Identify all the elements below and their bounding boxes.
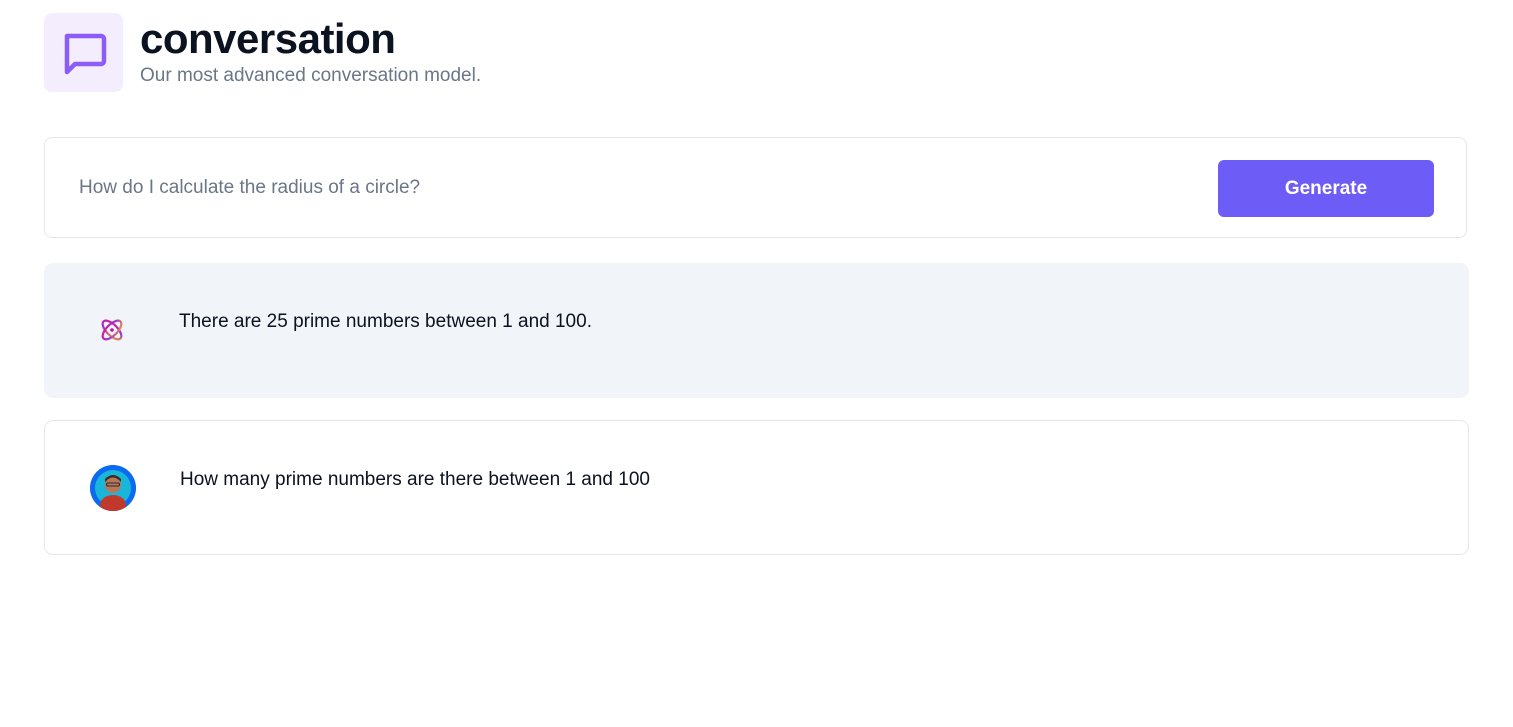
chat-bubble-icon	[64, 33, 106, 74]
user-avatar-wrap	[90, 465, 136, 511]
person-avatar-icon	[90, 465, 136, 511]
page-header: conversation Our most advanced conversat…	[44, 13, 481, 92]
user-message-text: How many prime numbers are there between…	[180, 469, 650, 490]
page-title: conversation	[140, 15, 396, 62]
bot-avatar	[89, 307, 135, 353]
ai-logo-icon	[101, 319, 123, 341]
user-avatar	[90, 465, 136, 511]
prompt-input[interactable]	[79, 168, 1179, 208]
bot-message-text: There are 25 prime numbers between 1 and…	[179, 311, 592, 332]
page-subtitle: Our most advanced conversation model.	[140, 65, 482, 86]
conversation-page: conversation Our most advanced conversat…	[0, 0, 1513, 727]
user-message: How many prime numbers are there between…	[44, 420, 1469, 555]
bot-message: There are 25 prime numbers between 1 and…	[44, 263, 1469, 398]
header-text: conversation Our most advanced conversat…	[140, 15, 481, 89]
generate-button[interactable]: Generate	[1218, 160, 1434, 217]
header-icon-box	[44, 13, 123, 92]
prompt-form: Generate	[44, 137, 1467, 238]
